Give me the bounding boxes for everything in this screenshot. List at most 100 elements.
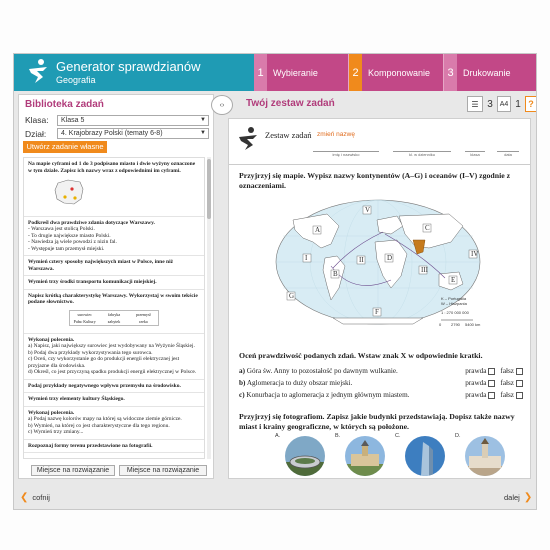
- step-label: Drukowanie: [463, 67, 511, 78]
- map-label: G: [289, 292, 294, 300]
- class-select[interactable]: Klasa 5 ▼: [57, 115, 209, 126]
- statement-row: c) Konurbacja to aglomeracja z jednym gł…: [239, 391, 523, 399]
- scrollbar-thumb[interactable]: [207, 159, 211, 219]
- task-text: Wymień trzy elementy kultury Śląskiego.: [28, 396, 125, 402]
- app-logo: [14, 54, 47, 91]
- true-label: prawda: [465, 367, 487, 375]
- step-print[interactable]: 3 Drukowanie: [444, 54, 536, 91]
- chevron-down-icon: ▼: [200, 117, 206, 123]
- step-select[interactable]: 1 Wybieranie: [254, 54, 349, 91]
- map-label: B: [333, 270, 338, 278]
- map-scale: 1 : 270 000 000: [441, 310, 470, 315]
- task-text: Podkreśl dwa prawdziwe zdania dotyczące …: [28, 219, 155, 226]
- map-label: E: [451, 276, 455, 284]
- false-checkbox[interactable]: [516, 367, 523, 375]
- list-item[interactable]: Podaj przykłady negatywnego wpływu przem…: [24, 380, 204, 393]
- rename-link[interactable]: zmień nazwę: [317, 131, 355, 138]
- task-line: c) Wymień trzy zmiany...: [28, 429, 84, 435]
- chevron-down-icon: ▼: [200, 130, 206, 136]
- task-list-scrollbar[interactable]: [207, 157, 211, 459]
- photo-label: B.: [335, 433, 341, 439]
- question-2[interactable]: Oceń prawdziwość podanych zdań. Wstaw zn…: [239, 351, 521, 361]
- task-library-panel: Biblioteka zadań Klasa: Klasa 5 ▼ Dział:…: [18, 94, 214, 479]
- true-checkbox[interactable]: [488, 367, 496, 375]
- library-title: Biblioteka zadań: [25, 99, 104, 110]
- chevron-left-icon: ❮: [20, 492, 29, 503]
- statement-row: a) Góra św. Anny to pozostałość po dawny…: [239, 367, 523, 375]
- create-task-button[interactable]: Utwórz zadanie własne: [23, 141, 107, 153]
- list-item[interactable]: Podkreśl dwa prawdziwe zdania dotyczące …: [24, 217, 204, 256]
- statement-text: Konurbacja to aglomeracja z jednym główn…: [246, 391, 410, 399]
- task-text: Wymień trzy środki transportu komunikacj…: [28, 279, 157, 285]
- wizard-steps: 1 Wybieranie 2 Komponowanie 3 Drukowanie: [254, 54, 536, 91]
- photo-label: C.: [395, 433, 401, 439]
- back-button[interactable]: ❮ cofnij: [20, 492, 50, 503]
- list-item[interactable]: Rozpoznaj formy terenu przedstawione na …: [24, 440, 204, 453]
- task-list: Na mapie cyframi od 1 do 3 podpisano mia…: [23, 157, 205, 459]
- list-item[interactable]: Na mapie cyframi od 1 do 3 podpisano mia…: [24, 158, 204, 217]
- task-line: a) Podaj nazwę kolorów mapy na której są…: [28, 416, 182, 422]
- class-caption: klasa: [465, 151, 485, 159]
- list-item[interactable]: Wymień cztery sposoby największych miast…: [24, 256, 204, 276]
- list-item[interactable]: Wykonaj polecenia. a) Podaj nazwę koloró…: [24, 407, 204, 440]
- section-label: Dział:: [25, 129, 47, 139]
- step-number: 2: [349, 54, 362, 91]
- statement-letter: c): [239, 391, 245, 399]
- statement-text: Aglomeracja to duży obszar miejski.: [246, 379, 353, 387]
- list-item[interactable]: Wymień trzy środki transportu komunikacj…: [24, 276, 204, 290]
- vocab-cell: zabytek: [107, 318, 121, 324]
- list-item[interactable]: Napisz krótką charakterystykę Warszawy. …: [24, 290, 204, 334]
- help-button[interactable]: ?: [525, 96, 536, 112]
- false-checkbox[interactable]: [516, 379, 523, 387]
- test-toolbar: ☰ 3 A4 1 ?: [467, 96, 536, 112]
- swap-panels-button[interactable]: ‹›: [211, 95, 233, 115]
- answer-space-button[interactable]: Miejsce na rozwiązanie: [119, 465, 207, 476]
- answer-space-button[interactable]: Miejsce na rozwiązanie: [31, 465, 115, 476]
- vocab-cell: przemysł: [135, 311, 151, 317]
- true-checkbox[interactable]: [488, 391, 496, 399]
- step-label: Wybieranie: [273, 67, 318, 78]
- vocabulary-table: surowiec fabryka przemysł Pałac Kultury …: [69, 309, 159, 326]
- statement-row: b) Aglomeracja to duży obszar miejski. p…: [239, 379, 523, 387]
- name-field-caption: imię i nazwisko: [313, 151, 379, 159]
- app-header: Generator sprawdzianów Geografia 1 Wybie…: [14, 54, 536, 91]
- section-select[interactable]: 4. Krajobrazy Polski (tematy 6-8) ▼: [57, 128, 209, 139]
- photo-palace: [345, 436, 385, 476]
- photo-stadium: [285, 436, 325, 476]
- task-list-view-button[interactable]: ☰: [467, 96, 483, 112]
- step-compose[interactable]: 2 Komponowanie: [349, 54, 444, 91]
- back-label: cofnij: [32, 493, 50, 502]
- map-label: II: [359, 256, 364, 264]
- register-number-caption: kl. w dzienniku: [393, 151, 451, 159]
- true-checkbox[interactable]: [488, 379, 496, 387]
- list-icon: ☰: [471, 99, 479, 109]
- list-item[interactable]: Wykonaj polecenia. a) Napisz, jaki najwi…: [24, 334, 204, 380]
- task-text: Napisz krótką charakterystykę Warszawy. …: [28, 292, 198, 306]
- task-text: Wykonaj polecenia.: [28, 409, 75, 416]
- map-label: D: [387, 254, 392, 262]
- list-item[interactable]: Wymień trzy elementy kultury Śląskiego.: [24, 393, 204, 407]
- statement-letter: b): [239, 379, 246, 387]
- question-1[interactable]: Przyjrzyj się mapie. Wypisz nazwy kontyn…: [239, 171, 521, 190]
- document-header: Zestaw zadań zmień nazwę imię i nazwisko…: [229, 119, 530, 165]
- running-figure-icon: [29, 59, 47, 83]
- scale-tick: 2790: [451, 322, 461, 327]
- scale-tick: 0: [439, 322, 442, 327]
- false-label: fałsz: [500, 379, 514, 387]
- task-line: a) Napisz, jaki największy surowiec jest…: [28, 343, 195, 349]
- question-3[interactable]: Przyjrzyj się fotografiom. Zapisz jakie …: [239, 412, 521, 431]
- false-checkbox[interactable]: [516, 391, 523, 399]
- map-label: A: [315, 226, 320, 234]
- scale-tick: 5400 km: [465, 322, 481, 327]
- vocab-cell: rzeka: [138, 318, 148, 324]
- step-number: 3: [444, 54, 457, 91]
- page-size-button[interactable]: A4: [497, 96, 511, 112]
- app-window: Generator sprawdzianów Geografia 1 Wybie…: [13, 53, 537, 510]
- app-title: Generator sprawdzianów: [56, 59, 201, 74]
- next-button[interactable]: dalej ❯: [504, 492, 532, 503]
- step-number: 1: [254, 54, 267, 91]
- task-text: Na mapie cyframi od 1 do 3 podpisano mia…: [28, 161, 196, 174]
- statement-letter: a): [239, 367, 245, 375]
- vocab-cell: surowiec: [77, 311, 92, 317]
- false-label: fałsz: [500, 367, 514, 375]
